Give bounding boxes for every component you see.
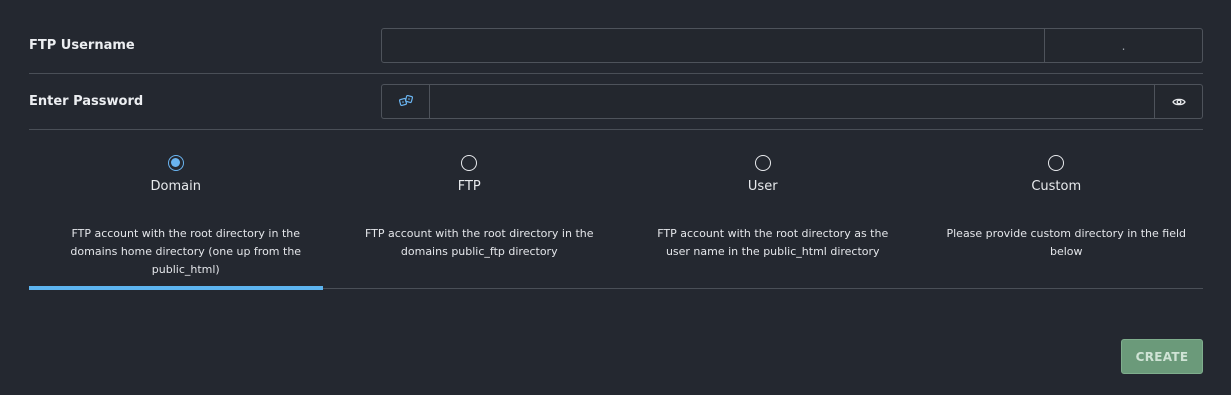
- tab-domain-description: FTP account with the root directory in t…: [70, 227, 302, 276]
- domain-suffix: .: [1045, 28, 1203, 63]
- active-tab-indicator: [29, 286, 323, 290]
- toggle-password-visibility-button[interactable]: [1155, 84, 1203, 119]
- tab-domain[interactable]: Domain FTP account with the root directo…: [29, 144, 323, 290]
- ftp-username-row: FTP Username .: [29, 18, 1203, 74]
- password-field-group: [381, 84, 1203, 119]
- ftp-username-input[interactable]: [381, 28, 1045, 63]
- tab-ftp-label: FTP: [457, 179, 481, 194]
- dice-icon: [398, 92, 413, 111]
- tab-ftp-description: FTP account with the root directory in t…: [364, 227, 594, 258]
- eye-icon: [1171, 92, 1186, 111]
- radio-domain[interactable]: [167, 155, 184, 171]
- radio-user[interactable]: [754, 155, 771, 171]
- directory-type-tabs: Domain FTP account with the root directo…: [29, 144, 1204, 290]
- ftp-username-label: FTP Username: [29, 38, 135, 53]
- tab-custom-label: Custom: [1031, 179, 1082, 194]
- radio-ftp[interactable]: [461, 155, 478, 171]
- tab-custom[interactable]: Custom Please provide custom directory i…: [910, 144, 1204, 288]
- password-input[interactable]: [429, 84, 1155, 119]
- tab-ftp[interactable]: FTP FTP account with the root directory …: [323, 144, 617, 288]
- tab-user[interactable]: User FTP account with the root directory…: [616, 144, 910, 288]
- tab-custom-description: Please provide custom directory in the f…: [946, 227, 1187, 258]
- radio-custom[interactable]: [1048, 155, 1065, 171]
- create-button[interactable]: CREATE: [1121, 339, 1203, 374]
- tab-user-description: FTP account with the root directory as t…: [657, 227, 889, 258]
- generate-password-button[interactable]: [381, 84, 429, 119]
- tab-domain-label: Domain: [150, 179, 201, 194]
- tab-user-label: User: [747, 179, 778, 194]
- password-label: Enter Password: [29, 94, 144, 109]
- create-ftp-account-form: FTP Username . Enter Password Domain FTP…: [0, 0, 1231, 395]
- ftp-username-field-group: .: [381, 28, 1203, 63]
- password-row: Enter Password: [29, 74, 1203, 130]
